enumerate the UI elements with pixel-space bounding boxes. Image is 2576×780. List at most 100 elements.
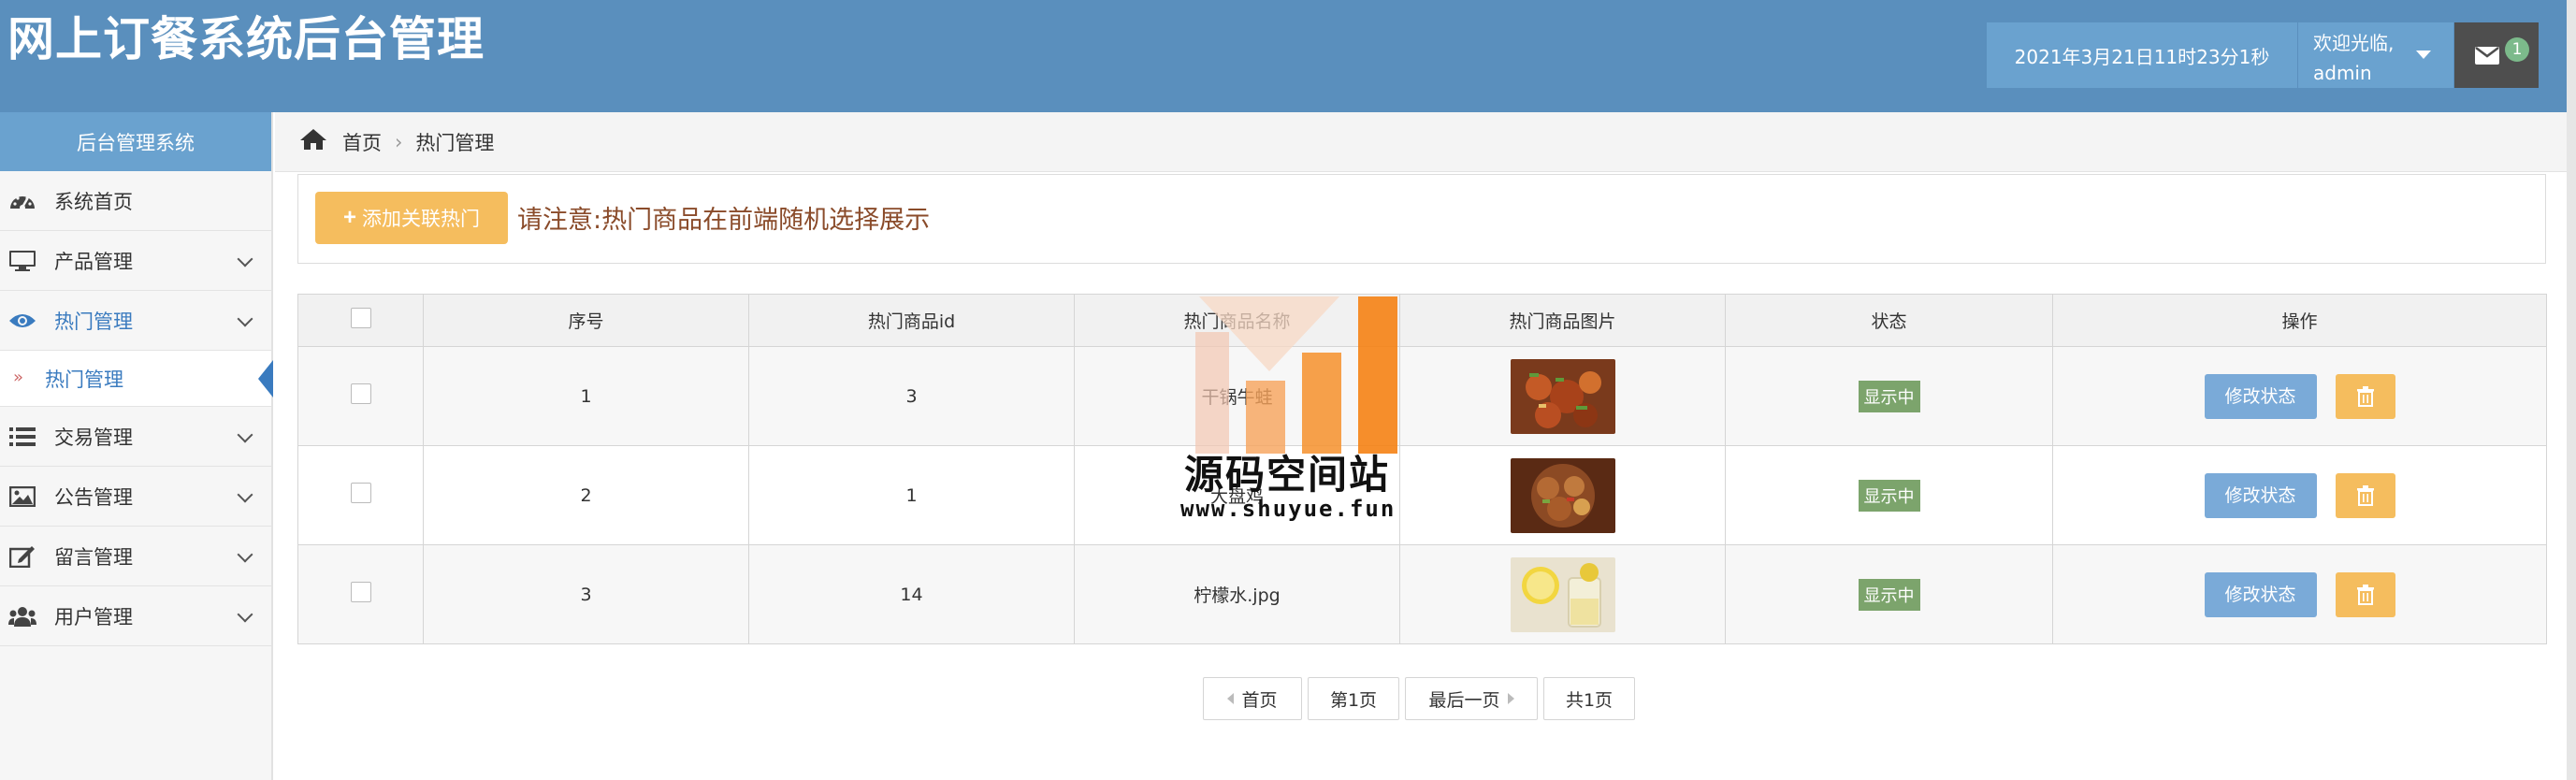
- mail-button[interactable]: 1: [2454, 22, 2539, 88]
- seq-cell: 1: [423, 346, 749, 446]
- first-page-button[interactable]: 首页: [1203, 677, 1302, 720]
- status-cell: 显示中: [1725, 544, 2053, 644]
- column-header: 热门商品图片: [1399, 294, 1726, 347]
- total-pages: 共1页: [1543, 677, 1635, 720]
- delete-button[interactable]: [2335, 472, 2395, 518]
- sidebar-subitem-hot[interactable]: » 热门管理: [0, 351, 273, 407]
- right-scroll-edge: [2567, 112, 2576, 780]
- username: admin: [2313, 62, 2372, 84]
- last-page-label: 最后一页: [1428, 689, 1500, 711]
- status-badge: 显示中: [1858, 479, 1920, 512]
- sidebar-item-label: 用户管理: [54, 605, 133, 628]
- chevron-down-icon: [237, 606, 253, 623]
- sidebar-item-home[interactable]: 系统首页: [0, 171, 271, 231]
- list-icon: [7, 425, 37, 449]
- row-checkbox[interactable]: [350, 383, 371, 404]
- edit-icon: [7, 544, 37, 569]
- double-chevron-icon: »: [13, 368, 24, 387]
- seq-cell: 2: [423, 445, 749, 545]
- name-cell: 柠檬水.jpg: [1074, 544, 1400, 644]
- sidebar-item-label: 交易管理: [54, 426, 133, 449]
- table-row: 2 1 大盘鸡 显示中 修改状态: [297, 445, 2547, 545]
- caret-down-icon: [2416, 51, 2431, 59]
- checkbox-cell: [297, 544, 424, 644]
- current-page-button[interactable]: 第1页: [1308, 677, 1399, 720]
- trash-icon: [2356, 584, 2374, 605]
- last-page-button[interactable]: 最后一页: [1405, 677, 1538, 720]
- seq-cell: 3: [423, 544, 749, 644]
- header-edge: [2567, 0, 2576, 112]
- status-badge: 显示中: [1858, 380, 1920, 412]
- column-header: 序号: [423, 294, 749, 347]
- monitor-icon: [7, 249, 37, 273]
- actions-cell: 修改状态: [2052, 445, 2547, 545]
- breadcrumb-home-link[interactable]: 首页: [342, 128, 382, 156]
- status-badge: 显示中: [1858, 578, 1920, 611]
- chevron-down-icon: [237, 546, 253, 563]
- sidebar-item-message[interactable]: 留言管理: [0, 527, 271, 586]
- image-cell: [1399, 445, 1726, 545]
- users-icon: [7, 604, 37, 628]
- sidebar-item-notice[interactable]: 公告管理: [0, 467, 271, 527]
- breadcrumb-current: 热门管理: [415, 131, 495, 154]
- add-hot-button[interactable]: + 添加关联热门: [315, 192, 508, 244]
- row-checkbox[interactable]: [350, 582, 371, 602]
- edit-status-button[interactable]: 修改状态: [2204, 472, 2317, 518]
- product-thumbnail: [1510, 556, 1615, 632]
- sidebar-subitem-label: 热门管理: [45, 368, 123, 391]
- chevron-down-icon: [237, 426, 253, 443]
- sidebar-item-users[interactable]: 用户管理: [0, 586, 271, 646]
- delete-button[interactable]: [2335, 373, 2395, 419]
- column-header: 操作: [2052, 294, 2547, 347]
- table-row: 1 3 干锅牛蛙 显示中 修改状态: [297, 346, 2547, 446]
- column-header: 状态: [1725, 294, 2053, 347]
- home-icon: [299, 128, 327, 155]
- sidebar-item-label: 产品管理: [54, 250, 133, 273]
- add-hot-label: 添加关联热门: [362, 209, 480, 230]
- mail-count-badge: 1: [2505, 37, 2529, 62]
- checkbox-cell: [297, 445, 424, 545]
- watermark-url: www.shuyue.fun: [1180, 496, 1397, 522]
- select-all-checkbox[interactable]: [350, 308, 371, 328]
- dashboard-icon: [7, 189, 37, 213]
- image-cell: [1399, 544, 1726, 644]
- status-cell: 显示中: [1725, 445, 2053, 545]
- total-pages-label: 共1页: [1565, 689, 1614, 711]
- breadcrumb-separator-icon: ›: [395, 130, 403, 153]
- envelope-icon: [2475, 47, 2499, 65]
- checkbox-cell: [297, 346, 424, 446]
- chevron-down-icon: [237, 251, 253, 267]
- top-header: 网上订餐系统后台管理 2021年3月21日11时23分1秒 欢迎光临, admi…: [0, 0, 2576, 112]
- delete-button[interactable]: [2335, 571, 2395, 617]
- sidebar-title: 后台管理系统: [0, 112, 271, 171]
- breadcrumb: 首页 › 热门管理: [275, 112, 2567, 172]
- sidebar-item-hot[interactable]: 热门管理: [0, 291, 271, 351]
- chevron-down-icon: [237, 486, 253, 503]
- chevron-down-icon: [237, 311, 253, 327]
- welcome-text: 欢迎光临,: [2313, 32, 2395, 54]
- edit-status-button[interactable]: 修改状态: [2204, 373, 2317, 419]
- sidebar-item-trade[interactable]: 交易管理: [0, 407, 271, 467]
- id-cell: 1: [748, 445, 1075, 545]
- column-header: 热门商品id: [748, 294, 1075, 347]
- sidebar-item-label: 留言管理: [54, 545, 133, 569]
- hot-products-table: 序号 热门商品id 热门商品名称 热门商品图片 状态 操作 1 3 干锅牛蛙 显…: [297, 294, 2547, 644]
- table-header-row: 序号 热门商品id 热门商品名称 热门商品图片 状态 操作: [297, 294, 2547, 347]
- active-indicator: [258, 360, 273, 397]
- actions-cell: 修改状态: [2052, 544, 2547, 644]
- first-page-label: 首页: [1241, 689, 1278, 711]
- sidebar-item-label: 系统首页: [54, 190, 133, 213]
- actions-cell: 修改状态: [2052, 346, 2547, 446]
- image-icon: [7, 484, 37, 509]
- pagination: 首页 第1页 最后一页 共1页: [1203, 677, 1641, 720]
- arrow-left-icon: [1227, 693, 1235, 704]
- sidebar: 后台管理系统 系统首页 产品管理 热门管理 » 热门管理 交易管理 公告管理 留…: [0, 112, 273, 780]
- sidebar-item-products[interactable]: 产品管理: [0, 231, 271, 291]
- table-row: 3 14 柠檬水.jpg 显示中 修改状态: [297, 544, 2547, 644]
- toolbar-panel: + 添加关联热门 请注意:热门商品在前端随机选择展示: [297, 174, 2546, 264]
- status-cell: 显示中: [1725, 346, 2053, 446]
- image-cell: [1399, 346, 1726, 446]
- edit-status-button[interactable]: 修改状态: [2204, 571, 2317, 617]
- row-checkbox[interactable]: [350, 483, 371, 503]
- user-menu[interactable]: 欢迎光临, admin: [2298, 22, 2453, 88]
